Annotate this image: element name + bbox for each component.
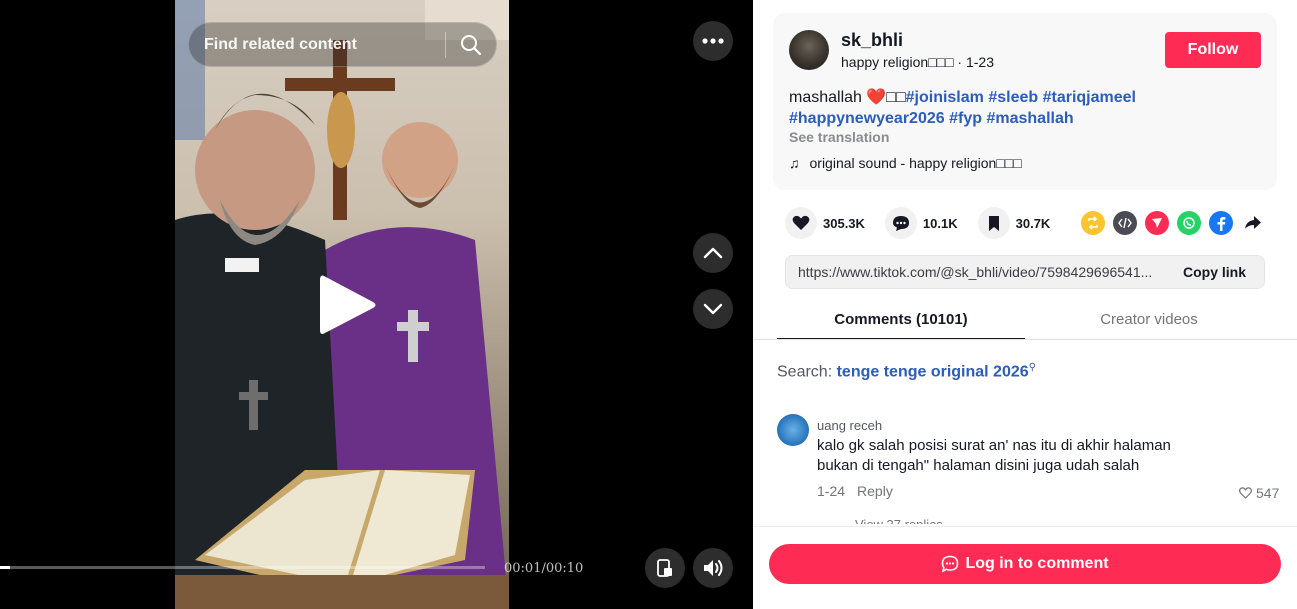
share-icons — [1081, 211, 1265, 235]
comment-avatar[interactable] — [777, 414, 809, 446]
comment-like-button[interactable]: 547 — [1239, 485, 1279, 501]
chevron-up-icon — [703, 247, 723, 259]
hashtag-link[interactable]: #mashallah — [986, 110, 1073, 127]
save-button[interactable]: 30.7K — [977, 207, 1051, 239]
log-in-to-comment-button[interactable]: Log in to comment — [769, 544, 1281, 584]
details-panel: sk_bhli happy religion□□□ · 1-23 Follow … — [753, 0, 1297, 609]
login-label: Log in to comment — [965, 555, 1109, 572]
play-icon[interactable] — [318, 272, 378, 338]
search-suggestion: Search: tenge tenge original 2026⚲ — [777, 362, 1036, 381]
heart-outline-icon — [1239, 487, 1252, 499]
copy-link-button[interactable]: Copy link — [1165, 264, 1264, 280]
save-count: 30.7K — [1015, 215, 1051, 231]
comment-text: kalo gk salah posisi surat an' nas itu d… — [817, 437, 1171, 474]
video-progress-bar[interactable] — [0, 566, 485, 569]
description-card: sk_bhli happy religion□□□ · 1-23 Follow … — [773, 13, 1277, 190]
more-options-button[interactable] — [693, 21, 733, 61]
video-player[interactable]: Find related content 00:01/00:10 — [0, 0, 753, 609]
hashtag-link[interactable]: #tariqjameel — [1043, 89, 1136, 106]
comment-footer: Log in to comment — [753, 526, 1297, 609]
whatsapp-icon[interactable] — [1177, 211, 1201, 235]
tabs-divider — [753, 339, 1297, 340]
next-video-button[interactable] — [693, 289, 733, 329]
caption-boxes: □□ — [886, 89, 906, 106]
search-suggestion-link[interactable]: tenge tenge original 2026 — [837, 363, 1029, 380]
comment-button[interactable]: 10.1K — [884, 207, 958, 239]
comment-username[interactable]: uang receh — [817, 418, 882, 433]
video-progress-fill — [0, 566, 10, 569]
avatar[interactable] — [789, 30, 829, 70]
volume-icon — [704, 560, 723, 576]
video-time: 00:01/00:10 — [504, 561, 584, 576]
bookmark-icon — [977, 207, 1010, 239]
search-prefix: Search: — [777, 363, 837, 381]
comment-icon — [884, 207, 917, 239]
search-icon: ⚲ — [1028, 362, 1036, 373]
hashtag-link[interactable]: #happynewyear2026 — [789, 110, 945, 127]
video-url[interactable]: https://www.tiktok.com/@sk_bhli/video/75… — [786, 264, 1165, 280]
see-translation-link[interactable]: See translation — [789, 129, 889, 145]
chevron-down-icon — [703, 303, 723, 315]
hashtag-link[interactable]: #joinislam — [906, 89, 984, 106]
like-button[interactable]: 305.3K — [785, 207, 865, 239]
search-placeholder: Find related content — [204, 35, 357, 53]
comment-tabs: Comments (10101) Creator videos — [777, 304, 1273, 340]
page-root: Find related content 00:01/00:10 sk_bhli… — [0, 0, 1297, 609]
action-bar: 305.3K 10.1K 30.7K — [785, 205, 1070, 241]
caption-text: mashallah — [789, 89, 867, 106]
tab-creator-videos[interactable]: Creator videos — [1025, 304, 1273, 340]
facebook-icon[interactable] — [1209, 211, 1233, 235]
heart-emoji: ❤️ — [866, 89, 887, 106]
volume-button[interactable] — [693, 548, 733, 588]
tab-comments[interactable]: Comments (10101) — [777, 304, 1025, 340]
share-arrow-icon[interactable] — [1241, 211, 1265, 235]
comment-date: 1-24 — [817, 483, 846, 499]
previous-video-button[interactable] — [693, 233, 733, 273]
floating-player-button[interactable] — [645, 548, 685, 588]
music-note-icon: ♫ — [789, 155, 800, 171]
search-icon[interactable] — [446, 22, 496, 67]
more-dots-icon — [702, 38, 724, 44]
music-title: original sound - happy religion□□□ — [809, 155, 1022, 171]
video-caption: mashallah ❤️□□#joinislam #sleeb #tariqja… — [789, 87, 1229, 129]
music-link[interactable]: ♫ original sound - happy religion□□□ — [789, 155, 1022, 171]
video-link-box: https://www.tiktok.com/@sk_bhli/video/75… — [785, 255, 1265, 289]
find-related-search[interactable]: Find related content — [188, 22, 497, 67]
send-icon[interactable] — [1145, 211, 1169, 235]
embed-icon[interactable] — [1113, 211, 1137, 235]
hashtag-link[interactable]: #sleeb — [988, 89, 1038, 106]
follow-button[interactable]: Follow — [1165, 32, 1261, 68]
reply-button[interactable]: Reply — [857, 483, 893, 499]
comment-like-count: 547 — [1256, 485, 1280, 501]
username[interactable]: sk_bhli — [841, 30, 903, 51]
author-subline: happy religion□□□ · 1-23 — [841, 54, 995, 70]
comment-count: 10.1K — [922, 215, 958, 231]
heart-icon — [785, 207, 817, 239]
like-count: 305.3K — [823, 215, 865, 231]
view-replies-link[interactable]: View 37 replies — [855, 518, 943, 524]
comment-bubble-icon — [942, 555, 959, 573]
hashtag-link[interactable]: #fyp — [949, 110, 982, 127]
floating-player-icon — [657, 559, 672, 577]
comment-meta: 1-24 Reply — [817, 483, 893, 499]
repost-icon[interactable] — [1081, 211, 1105, 235]
